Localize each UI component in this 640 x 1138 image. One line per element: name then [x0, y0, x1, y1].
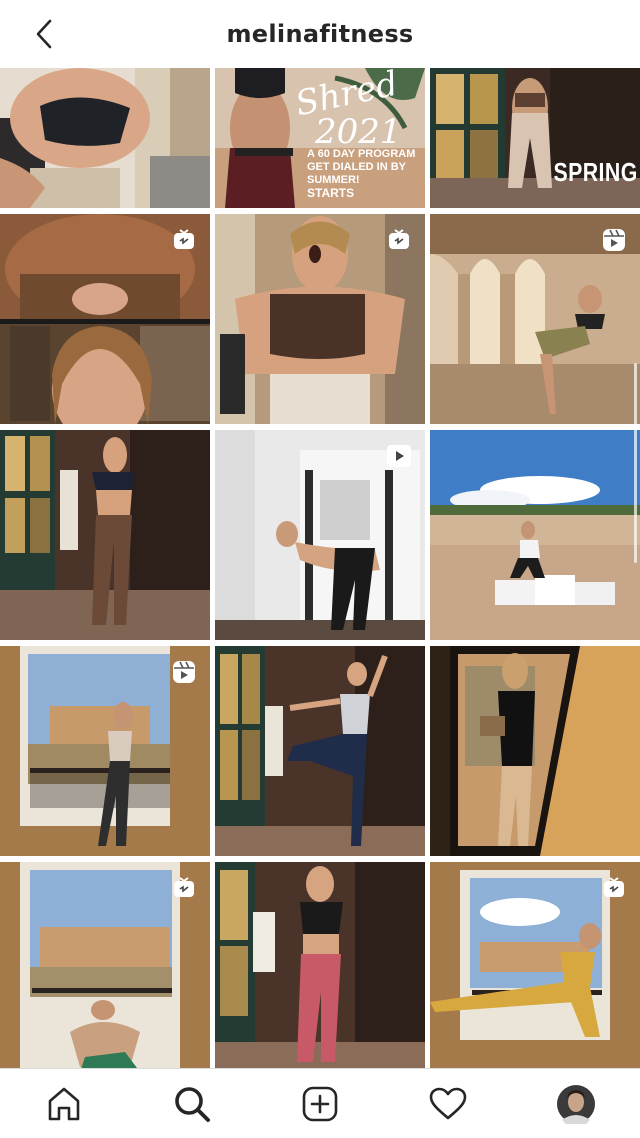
promo-year-text: 2021 — [315, 112, 402, 152]
igtv-icon — [174, 229, 194, 249]
post-tile[interactable] — [430, 214, 640, 424]
badge — [600, 226, 628, 254]
chevron-left-icon — [36, 19, 52, 49]
profile-username: melinafitness — [226, 20, 414, 48]
post-tile[interactable] — [430, 430, 640, 640]
badge — [170, 226, 198, 254]
post-tile[interactable]: Shred 2021 A 60 DAY PROGRAM GET DIALED I… — [215, 68, 425, 208]
reels-icon — [603, 229, 625, 251]
post-tile[interactable] — [215, 646, 425, 856]
post-tile[interactable] — [0, 430, 210, 640]
posts-grid: Shred 2021 A 60 DAY PROGRAM GET DIALED I… — [0, 68, 640, 1068]
profile-header: melinafitness — [0, 0, 640, 68]
scrollbar[interactable] — [634, 363, 637, 563]
badge — [170, 874, 198, 902]
post-tile[interactable] — [215, 214, 425, 424]
igtv-icon — [604, 877, 624, 897]
post-thumbnail — [0, 430, 210, 640]
post-thumbnail — [430, 430, 640, 640]
post-tile[interactable] — [0, 214, 210, 424]
post-thumbnail — [215, 646, 425, 856]
badge — [385, 442, 413, 470]
nav-home[interactable] — [32, 1072, 96, 1136]
post-thumbnail — [215, 862, 425, 1068]
new-post-icon — [302, 1086, 338, 1121]
search-icon — [175, 1086, 210, 1122]
badge — [385, 226, 413, 254]
back-button[interactable] — [28, 18, 60, 50]
promo-line-2: GET DIALED IN BY — [307, 161, 407, 173]
post-tile[interactable] — [0, 646, 210, 856]
post-tile[interactable] — [0, 68, 210, 208]
post-thumbnail — [0, 68, 210, 208]
post-tile[interactable] — [215, 430, 425, 640]
video-icon — [387, 445, 411, 467]
reels-icon — [173, 661, 195, 683]
nav-search[interactable] — [160, 1072, 224, 1136]
home-icon — [48, 1087, 80, 1120]
igtv-icon — [389, 229, 409, 249]
post-tile[interactable] — [0, 862, 210, 1068]
post-thumbnail — [430, 646, 640, 856]
nav-profile[interactable] — [544, 1072, 608, 1136]
activity-heart-icon — [429, 1087, 467, 1119]
nav-activity[interactable] — [416, 1072, 480, 1136]
badge — [600, 874, 628, 902]
post-tile[interactable] — [430, 862, 640, 1068]
promo-starts: STARTS — [307, 186, 355, 200]
promo-line-1: A 60 DAY PROGRAM — [307, 148, 416, 160]
post-tile[interactable] — [430, 646, 640, 856]
bottom-navigation — [0, 1068, 640, 1138]
igtv-icon — [174, 877, 194, 897]
profile-avatar — [557, 1084, 595, 1124]
badge — [170, 658, 198, 686]
post-tile[interactable] — [215, 862, 425, 1068]
nav-new-post[interactable] — [288, 1072, 352, 1136]
post-caption-text: SPRING — [553, 157, 638, 187]
post-tile[interactable]: SPRING — [430, 68, 640, 208]
